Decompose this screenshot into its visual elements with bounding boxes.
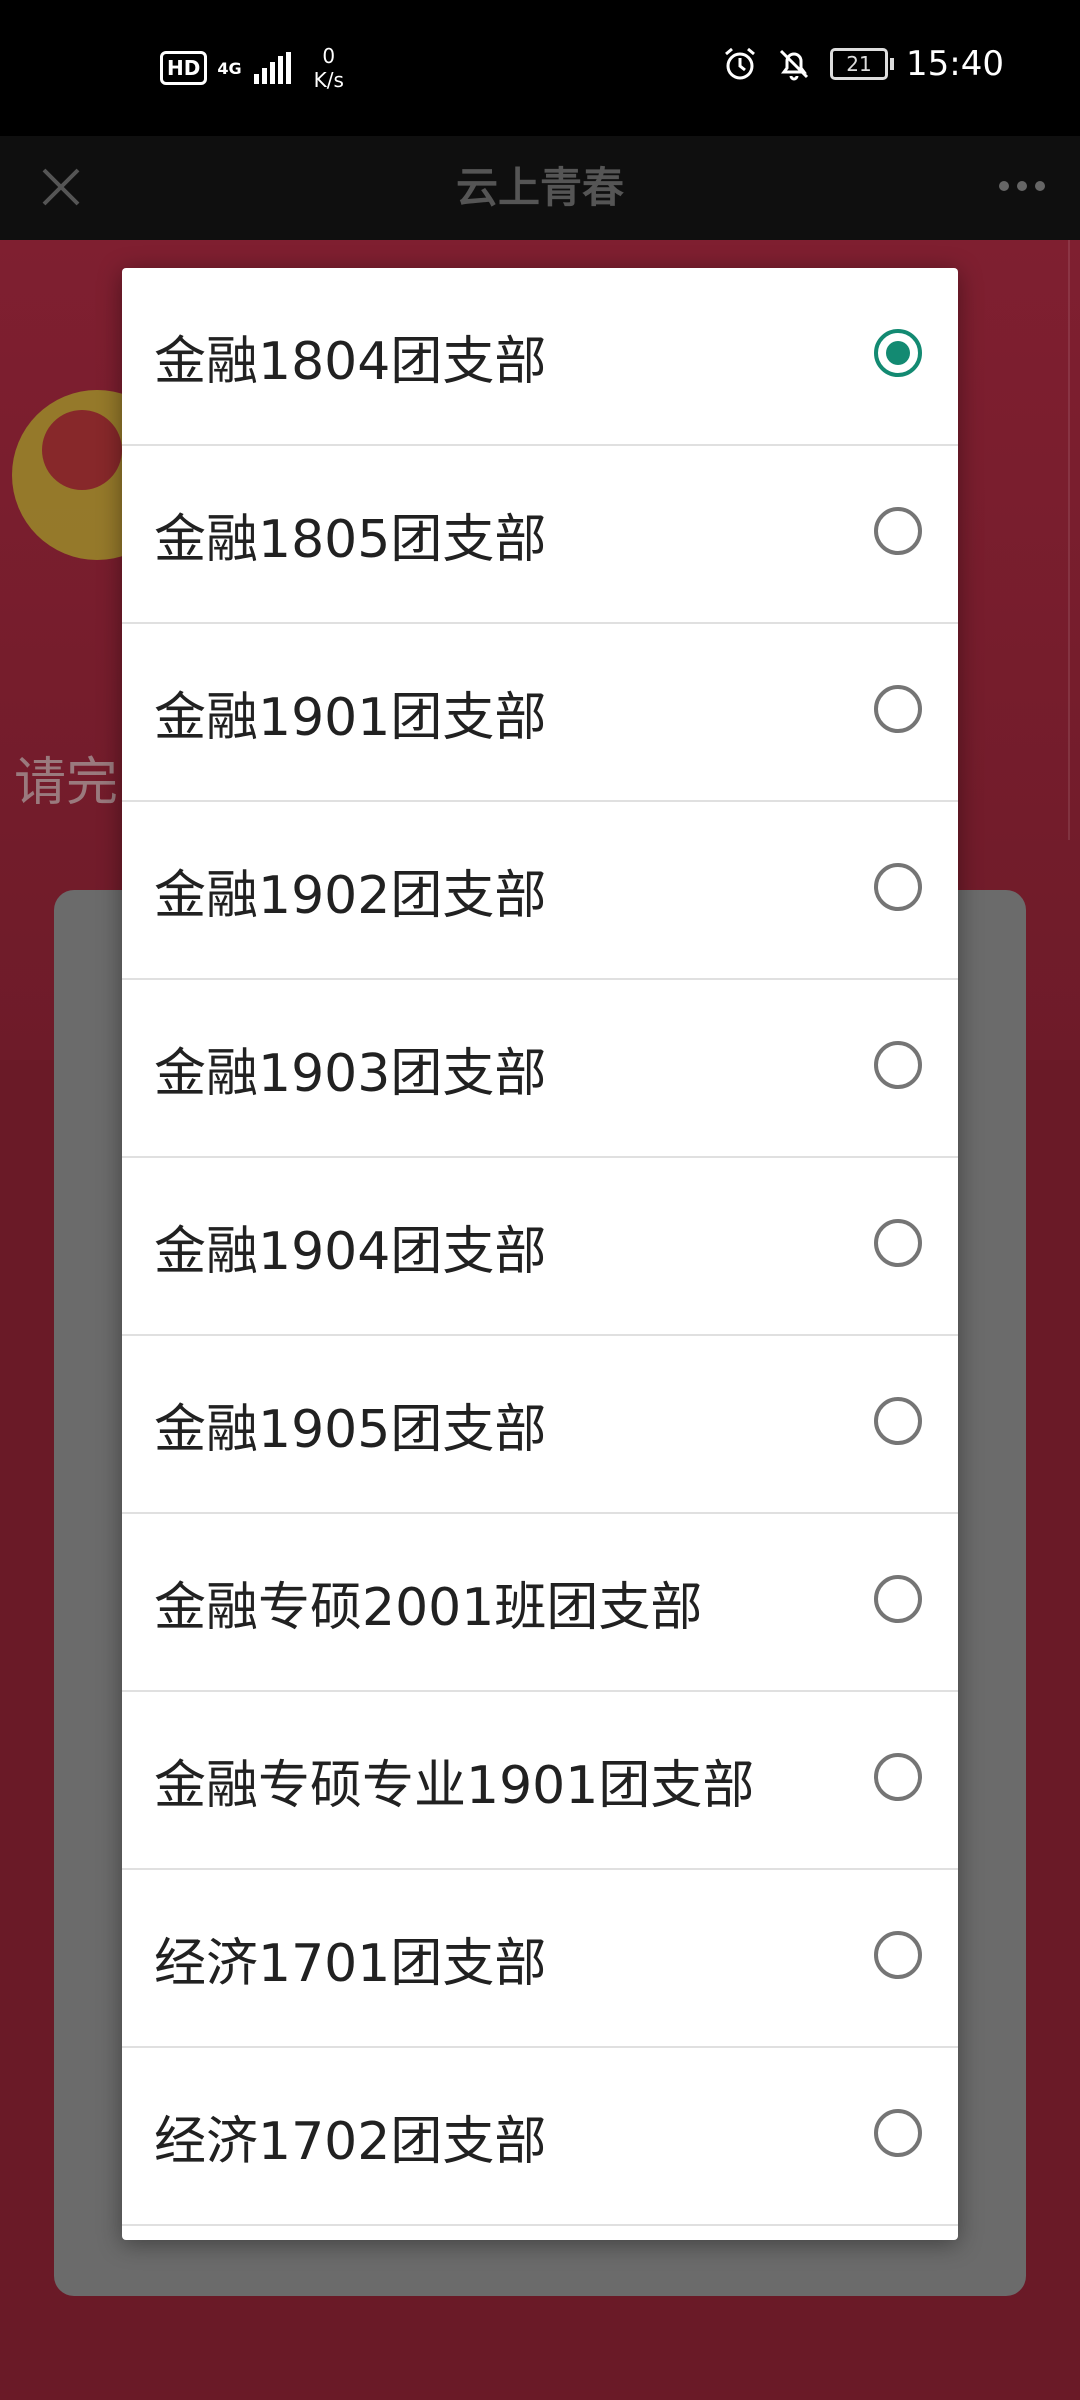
option-item[interactable]: 金融专硕专业1901团支部 [122,1692,958,1870]
option-label: 金融1902团支部 [154,865,547,926]
option-label: 金融1805团支部 [154,509,547,570]
status-left: HD 4G 0 K/s [160,44,344,92]
option-item[interactable]: 金融1903团支部 [122,980,958,1158]
option-label: 金融1905团支部 [154,1399,547,1460]
background-hint-text: 请完 [14,753,119,813]
option-label: 金融专硕专业1901团支部 [154,1755,755,1816]
radio-unchecked-icon[interactable] [874,1931,922,1979]
option-item[interactable]: 金融1901团支部 [122,624,958,802]
status-bar: HD 4G 0 K/s 21 15:40 [0,0,1080,136]
battery-icon: 21 [830,48,895,80]
option-label: 金融专硕2001班团支部 [154,1577,703,1638]
title-bar: 云上青春 [0,136,1080,240]
option-item[interactable]: 金融1902团支部 [122,802,958,980]
radio-unchecked-icon[interactable] [874,1397,922,1445]
radio-unchecked-icon[interactable] [874,1753,922,1801]
option-item[interactable]: 金融1904团支部 [122,1158,958,1336]
radio-unchecked-icon[interactable] [874,1219,922,1267]
option-item[interactable]: 金融1804团支部 [122,268,958,446]
signal-icon [253,52,291,84]
page-title: 云上青春 [455,163,624,212]
net-speed-unit: K/s [313,68,344,92]
more-dot-icon [1035,181,1045,191]
status-right: 21 15:40 [722,44,1004,84]
option-label: 经济1701团支部 [154,1933,547,1994]
clock: 15:40 [906,44,1004,84]
radio-unchecked-icon[interactable] [874,507,922,555]
more-dot-icon [999,181,1009,191]
emblem-star [42,410,122,490]
radio-unchecked-icon[interactable] [874,863,922,911]
alarm-icon [725,47,755,80]
option-label: 金融1903团支部 [154,1043,547,1104]
option-item[interactable]: 金融1805团支部 [122,446,958,624]
option-item[interactable]: 金融1905团支部 [122,1336,958,1514]
option-item[interactable]: 金融专硕2001班团支部 [122,1514,958,1692]
option-label: 金融1901团支部 [154,687,547,748]
radio-unchecked-icon[interactable] [874,685,922,733]
option-item[interactable]: 经济1701团支部 [122,1870,958,2048]
more-dot-icon [1017,181,1027,191]
branch-select-dialog: 金融1804团支部 金融1805团支部 金融1901团支部 金融1902团支部 … [122,268,958,2240]
option-label: 金融1804团支部 [154,331,547,392]
option-item[interactable]: 经济1702团支部 [122,2048,958,2226]
more-button[interactable] [990,166,1054,206]
net-speed: 0 K/s [314,44,344,92]
radio-checked-icon[interactable] [874,329,922,377]
option-label: 金融1904团支部 [154,1221,547,1282]
net-speed-value: 0 [322,44,336,68]
option-label: 经济1702团支部 [154,2111,547,2172]
hd-icon: HD [160,51,208,85]
radio-unchecked-icon[interactable] [874,1575,922,1623]
network-type: 4G [217,58,242,78]
mute-bell-icon [779,49,809,81]
radio-unchecked-icon[interactable] [874,2109,922,2157]
radio-unchecked-icon[interactable] [874,1041,922,1089]
